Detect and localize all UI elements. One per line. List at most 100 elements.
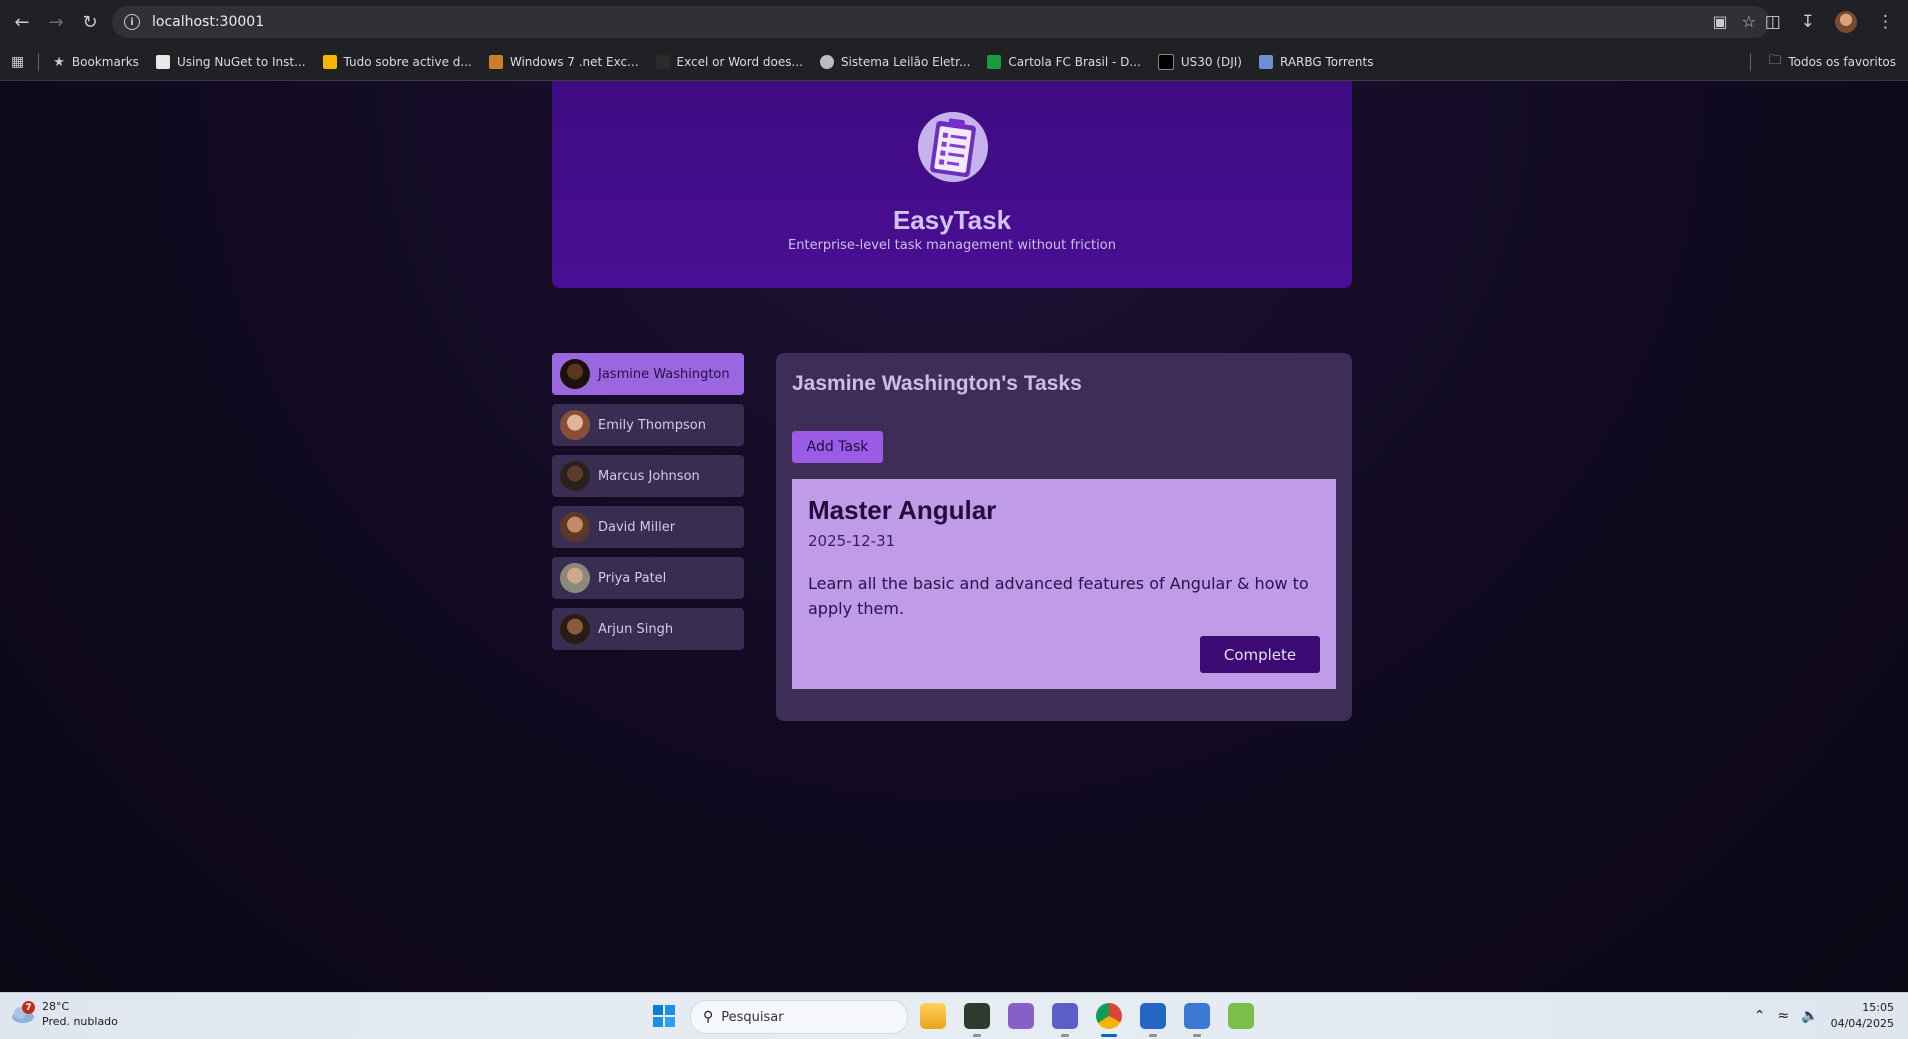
chrome-icon[interactable] bbox=[1096, 1003, 1122, 1029]
bookmark-label: Windows 7 .net Exc... bbox=[509, 55, 639, 69]
user-name: Arjun Singh bbox=[598, 621, 674, 637]
tasks-title: Jasmine Washington's Tasks bbox=[792, 372, 1082, 395]
tasks-panel: Jasmine Washington's Tasks Add Task Mast… bbox=[776, 353, 1352, 721]
app-subtitle: Enterprise-level task management without… bbox=[788, 238, 1116, 253]
bookmark-item[interactable]: Excel or Word does... bbox=[655, 55, 803, 69]
bookmark-favicon-icon bbox=[155, 55, 170, 69]
windows-taskbar: 7 28°C Pred. nublado ⚲ Pesquisar ⌃ ≈ 🔈 1… bbox=[0, 992, 1908, 1039]
bookmark-item[interactable]: Using NuGet to Inst... bbox=[155, 55, 306, 69]
bookmark-label: Cartola FC Brasil - D... bbox=[1008, 55, 1141, 69]
excel-app-icon[interactable] bbox=[964, 1003, 990, 1029]
reload-icon[interactable]: ↻ bbox=[78, 10, 102, 34]
bookmark-favicon-icon bbox=[488, 55, 503, 69]
bookmark-label: Excel or Word does... bbox=[676, 55, 803, 69]
app-title: EasyTask bbox=[892, 205, 1012, 235]
bookmark-label: RARBG Torrents bbox=[1279, 55, 1374, 69]
bookmark-item[interactable]: Cartola FC Brasil - D... bbox=[987, 55, 1141, 69]
user-list: Jasmine Washington Emily Thompson Marcus… bbox=[552, 353, 744, 659]
defender-shield-icon[interactable] bbox=[1140, 1003, 1166, 1029]
user-item-jasmine-washington[interactable]: Jasmine Washington bbox=[552, 353, 744, 395]
folder-icon: 🗀 bbox=[1768, 53, 1782, 68]
search-label: Pesquisar bbox=[721, 1009, 784, 1025]
volume-icon[interactable]: 🔈 bbox=[1801, 1008, 1818, 1024]
chevron-up-icon[interactable]: ⌃ bbox=[1754, 1008, 1766, 1024]
bookmark-favicon-icon bbox=[987, 55, 1002, 69]
bookmark-item[interactable]: Sistema Leilão Eletr... bbox=[819, 55, 970, 69]
system-tray: ⌃ ≈ 🔈 15:05 04/04/2025 bbox=[1754, 1000, 1894, 1032]
bookmark-favicon-icon bbox=[322, 55, 337, 69]
bookmark-label: Bookmarks bbox=[71, 55, 139, 69]
browser-toolbar: ← → ↻ i localhost:30001 ▣ ☆ ◫ ↧ ⋮ bbox=[0, 0, 1908, 44]
user-item-marcus-johnson[interactable]: Marcus Johnson bbox=[552, 455, 744, 497]
teams-icon[interactable] bbox=[1052, 1003, 1078, 1029]
extensions-icon[interactable]: ◫ bbox=[1765, 12, 1781, 32]
all-bookmarks[interactable]: 🗀 Todos os favoritos bbox=[1750, 44, 1896, 80]
add-task-button[interactable]: Add Task bbox=[792, 431, 883, 463]
system-clock[interactable]: 15:05 04/04/2025 bbox=[1831, 1000, 1894, 1032]
running-indicator bbox=[1061, 1034, 1069, 1037]
visual-studio-icon[interactable] bbox=[1008, 1003, 1034, 1029]
bookmark-star-icon[interactable]: ☆ bbox=[1742, 12, 1756, 31]
translate-icon[interactable]: ▣ bbox=[1713, 12, 1728, 31]
url-text[interactable]: localhost:30001 bbox=[152, 14, 264, 30]
address-bar[interactable]: i localhost:30001 ▣ ☆ bbox=[112, 6, 1770, 38]
bookmark-item[interactable]: Windows 7 .net Exc... bbox=[488, 55, 639, 69]
avatar bbox=[560, 614, 590, 644]
bookmark-item[interactable]: US30 (DJI) bbox=[1157, 54, 1242, 70]
user-item-priya-patel[interactable]: Priya Patel bbox=[552, 557, 744, 599]
bookmark-label: Using NuGet to Inst... bbox=[176, 55, 306, 69]
bookmark-favicon-icon bbox=[1157, 54, 1174, 70]
clock-time: 15:05 bbox=[1862, 1001, 1894, 1014]
weather-widget[interactable]: 7 28°C Pred. nublado bbox=[10, 999, 118, 1029]
active-indicator bbox=[1101, 1034, 1117, 1037]
user-item-emily-thompson[interactable]: Emily Thompson bbox=[552, 404, 744, 446]
clipboard-logo-icon bbox=[917, 109, 989, 185]
search-icon: ⚲ bbox=[703, 1009, 714, 1025]
star-icon: ★ bbox=[53, 54, 65, 70]
weather-temperature: 28°C bbox=[42, 1000, 70, 1013]
task-card: Master Angular 2025-12-31 Learn all the … bbox=[792, 479, 1336, 689]
user-item-david-miller[interactable]: David Miller bbox=[552, 506, 744, 548]
app-header: EasyTask Enterprise-level task managemen… bbox=[552, 81, 1352, 288]
avatar bbox=[560, 461, 590, 491]
all-bookmarks-label: Todos os favoritos bbox=[1788, 55, 1896, 69]
bookmark-favicon-icon bbox=[655, 55, 670, 69]
globe-icon bbox=[819, 55, 834, 69]
remote-desktop-icon[interactable] bbox=[1184, 1003, 1210, 1029]
avatar bbox=[560, 410, 590, 440]
bookmark-label: Tudo sobre active d... bbox=[343, 55, 472, 69]
back-arrow-icon[interactable]: ← bbox=[10, 10, 34, 34]
taskbar-search-box[interactable]: ⚲ Pesquisar bbox=[690, 1000, 908, 1034]
avatar bbox=[560, 359, 590, 389]
task-title: Master Angular bbox=[808, 495, 997, 525]
menu-dots-icon[interactable]: ⋮ bbox=[1877, 12, 1894, 32]
bookmarks-divider bbox=[1750, 53, 1752, 71]
wifi-icon[interactable]: ≈ bbox=[1777, 1008, 1789, 1024]
bookmark-item[interactable]: RARBG Torrents bbox=[1258, 55, 1374, 69]
bookmarks-bar: ▦ ★ Bookmarks Using NuGet to Inst... Tud… bbox=[0, 44, 1908, 81]
forward-arrow-icon[interactable]: → bbox=[44, 10, 68, 34]
clock-date: 04/04/2025 bbox=[1830, 1017, 1894, 1030]
task-due-date: 2025-12-31 bbox=[808, 532, 896, 550]
bookmark-item[interactable]: Tudo sobre active d... bbox=[322, 55, 472, 69]
bookmark-item[interactable]: ★ Bookmarks bbox=[53, 55, 139, 70]
weather-description: Pred. nublado bbox=[42, 1015, 118, 1028]
complete-task-button[interactable]: Complete bbox=[1200, 636, 1320, 673]
windows-start-icon[interactable] bbox=[653, 1005, 675, 1027]
user-item-arjun-singh[interactable]: Arjun Singh bbox=[552, 608, 744, 650]
chart-app-icon[interactable] bbox=[1228, 1003, 1254, 1029]
user-name: Priya Patel bbox=[598, 570, 667, 586]
running-indicator bbox=[973, 1034, 981, 1037]
user-name: Emily Thompson bbox=[598, 417, 706, 433]
avatar bbox=[560, 563, 590, 593]
site-info-icon[interactable]: i bbox=[124, 14, 140, 30]
task-summary: Learn all the basic and advanced feature… bbox=[808, 574, 1309, 618]
profile-avatar[interactable] bbox=[1835, 11, 1857, 33]
user-name: Marcus Johnson bbox=[598, 468, 700, 484]
apps-grid-icon[interactable]: ▦ bbox=[11, 54, 24, 70]
running-indicator bbox=[1193, 1034, 1201, 1037]
bookmarks-divider bbox=[38, 53, 40, 71]
avatar bbox=[560, 512, 590, 542]
file-explorer-icon[interactable] bbox=[920, 1003, 946, 1029]
download-icon[interactable]: ↧ bbox=[1801, 12, 1815, 32]
